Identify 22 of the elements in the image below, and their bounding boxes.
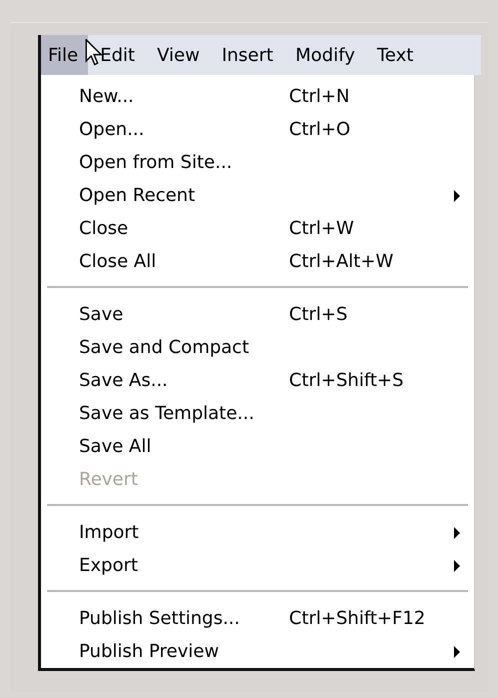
menu-title[interactable]: View xyxy=(150,35,210,75)
menu-title[interactable]: Text xyxy=(370,35,424,75)
menu-item[interactable]: Open Recent xyxy=(41,179,474,212)
menu-item[interactable]: Close All Ctrl+Alt+W xyxy=(41,245,474,278)
menu-title[interactable]: Edit xyxy=(93,35,145,75)
menu-item[interactable]: Open from Site... xyxy=(41,146,474,179)
menu-item[interactable]: Save and Compact xyxy=(41,331,474,364)
menu-title[interactable]: Modify xyxy=(288,35,365,75)
menu-item[interactable]: Save As... Ctrl+Shift+S xyxy=(41,364,474,397)
menu-item[interactable]: Close Ctrl+W xyxy=(41,212,474,245)
menu-item[interactable]: New... Ctrl+N xyxy=(41,80,474,113)
menu-item[interactable]: Save All xyxy=(41,430,474,463)
menu-item[interactable]: Export xyxy=(41,549,474,582)
menu-item[interactable]: Save Ctrl+S xyxy=(41,298,474,331)
menu-item[interactable]: Import xyxy=(41,516,474,549)
menu-item[interactable]: Save as Template... xyxy=(41,397,474,430)
menu-title[interactable]: File xyxy=(41,35,88,75)
menu-title[interactable]: Insert xyxy=(214,35,284,75)
menu-item[interactable]: Open... Ctrl+O xyxy=(41,113,474,146)
menu-item[interactable]: Publish Settings... Ctrl+Shift+F12 xyxy=(41,602,474,635)
menu-item[interactable]: Publish Preview xyxy=(41,635,474,668)
pointer-cursor-icon xyxy=(85,39,103,66)
